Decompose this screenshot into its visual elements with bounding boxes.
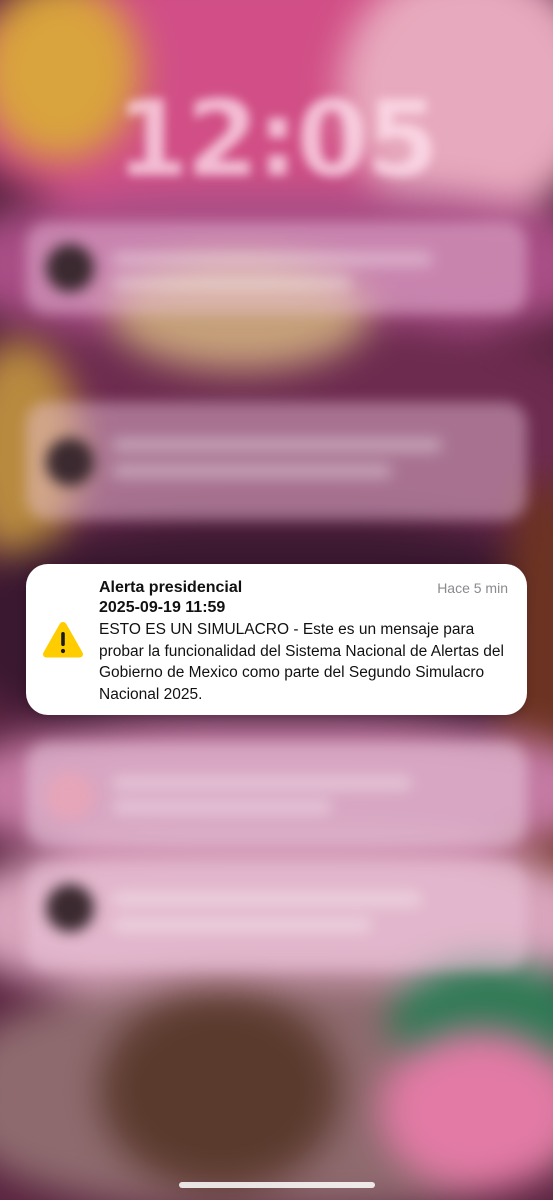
blurred-app-icon xyxy=(46,772,94,820)
lock-screen-clock: 12:05 xyxy=(115,78,439,200)
alert-message: ESTO ES UN SIMULACRO - Este es un mensaj… xyxy=(99,621,504,703)
alert-date: 2025-09-19 11:59 xyxy=(99,599,226,616)
alert-timestamp: Hace 5 min xyxy=(437,580,508,596)
warning-triangle-icon xyxy=(43,622,83,658)
blurred-notification xyxy=(26,862,527,970)
blurred-notification xyxy=(26,742,527,846)
blurred-notification xyxy=(26,402,527,520)
alert-title: Alerta presidencial xyxy=(99,579,243,596)
lock-screen: 12:05 Alerta presidencial Hace 5 min 202… xyxy=(0,0,553,1200)
presidential-alert-notification[interactable]: Alerta presidencial Hace 5 min 2025-09-1… xyxy=(26,564,527,715)
blurred-app-icon xyxy=(46,438,94,486)
home-indicator[interactable] xyxy=(179,1182,375,1188)
blurred-notification xyxy=(26,222,527,314)
blurred-app-icon xyxy=(46,244,94,292)
blurred-app-icon xyxy=(46,884,94,932)
